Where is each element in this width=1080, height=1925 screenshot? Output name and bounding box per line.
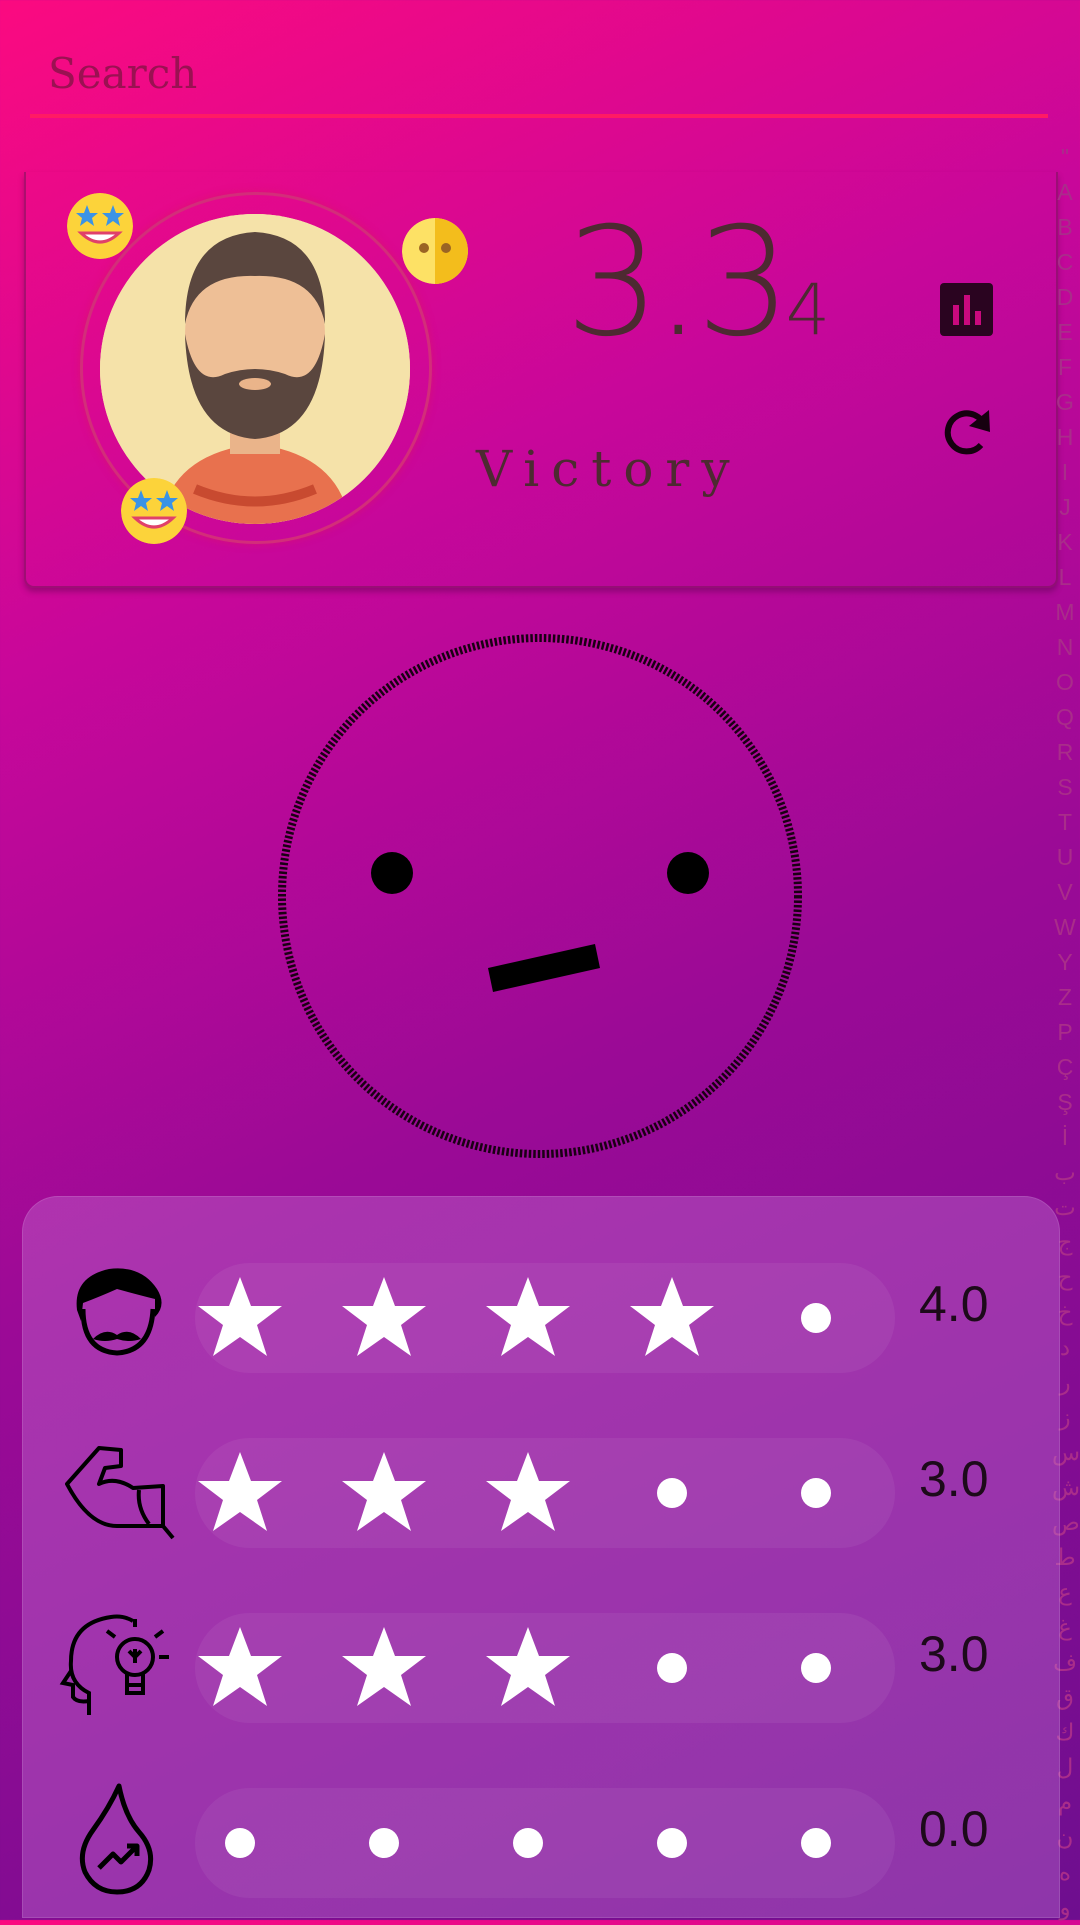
score-display: 3.34 xyxy=(565,208,830,358)
level-label: Victory xyxy=(476,440,742,498)
alphabet-letter[interactable]: J xyxy=(1052,490,1078,525)
star-filled-icon[interactable] xyxy=(473,1438,583,1548)
star-filled-icon[interactable] xyxy=(185,1438,295,1548)
alphabet-letter[interactable]: I xyxy=(1052,455,1078,490)
alphabet-letter[interactable]: K xyxy=(1052,525,1078,560)
alphabet-letter[interactable]: " xyxy=(1052,140,1078,175)
alphabet-letter[interactable]: Q xyxy=(1052,700,1078,735)
alphabet-letter[interactable]: M xyxy=(1052,595,1078,630)
alphabet-letter[interactable]: İ xyxy=(1052,1120,1078,1155)
rating-value: 3.0 xyxy=(919,1626,989,1682)
star-empty-dot-icon[interactable] xyxy=(617,1788,727,1898)
rating-value: 4.0 xyxy=(919,1276,989,1332)
star-filled-icon[interactable] xyxy=(185,1613,295,1723)
rating-row: 3.0 xyxy=(23,1587,1059,1727)
alphabet-letter[interactable]: P xyxy=(1052,1015,1078,1050)
star-filled-icon[interactable] xyxy=(329,1438,439,1548)
alphabet-letter[interactable]: G xyxy=(1052,385,1078,420)
rating-row: 4.0 xyxy=(23,1237,1059,1377)
alphabet-letter[interactable]: D xyxy=(1052,280,1078,315)
alphabet-letter[interactable]: H xyxy=(1052,420,1078,455)
avatar[interactable] xyxy=(100,214,410,524)
star-empty-dot-icon[interactable] xyxy=(185,1788,295,1898)
alphabet-letter[interactable]: C xyxy=(1052,245,1078,280)
alphabet-letter[interactable]: E xyxy=(1052,315,1078,350)
star-rating[interactable] xyxy=(195,1438,895,1548)
alphabet-letter[interactable]: Ş xyxy=(1052,1085,1078,1120)
star-filled-icon[interactable] xyxy=(473,1613,583,1723)
star-filled-icon[interactable] xyxy=(473,1263,583,1373)
flame-growth-icon xyxy=(59,1780,175,1896)
alphabet-letter[interactable]: O xyxy=(1052,665,1078,700)
alphabet-letter[interactable]: W xyxy=(1052,910,1078,945)
stats-button[interactable] xyxy=(940,283,993,336)
score-main: 3.3 xyxy=(565,196,792,370)
search-bar[interactable] xyxy=(30,34,1048,118)
rating-value: 0.0 xyxy=(919,1801,989,1857)
refresh-icon xyxy=(944,410,990,455)
star-rating[interactable] xyxy=(195,1263,895,1373)
neutral-emoji-icon xyxy=(402,218,468,284)
neutral-face-icon xyxy=(278,634,802,1158)
star-rating[interactable] xyxy=(195,1613,895,1723)
star-empty-dot-icon[interactable] xyxy=(761,1613,871,1723)
bar-chart-icon xyxy=(953,295,981,325)
head-lightbulb-icon xyxy=(59,1605,175,1721)
star-empty-dot-icon[interactable] xyxy=(329,1788,439,1898)
refresh-button[interactable] xyxy=(938,402,996,460)
alphabet-letter[interactable]: Y xyxy=(1052,945,1078,980)
alphabet-letter[interactable]: L xyxy=(1052,560,1078,595)
alphabet-letter[interactable]: V xyxy=(1052,875,1078,910)
star-filled-icon[interactable] xyxy=(617,1263,727,1373)
star-empty-dot-icon[interactable] xyxy=(473,1788,583,1898)
alphabet-letter[interactable]: B xyxy=(1052,210,1078,245)
alphabet-letter[interactable]: A xyxy=(1052,175,1078,210)
star-empty-dot-icon[interactable] xyxy=(617,1438,727,1548)
search-input[interactable] xyxy=(46,42,1010,104)
rating-value: 3.0 xyxy=(919,1451,989,1507)
star-empty-dot-icon[interactable] xyxy=(761,1788,871,1898)
star-filled-icon[interactable] xyxy=(185,1263,295,1373)
alphabet-letter[interactable]: F xyxy=(1052,350,1078,385)
star-eyes-emoji-icon xyxy=(67,193,133,259)
star-filled-icon[interactable] xyxy=(329,1613,439,1723)
alphabet-letter[interactable]: U xyxy=(1052,840,1078,875)
star-rating[interactable] xyxy=(195,1788,895,1898)
rating-row: 0.0 xyxy=(23,1762,1059,1902)
star-empty-dot-icon[interactable] xyxy=(761,1263,871,1373)
ratings-panel: 4.0 3.0 3.0 0.0 xyxy=(22,1196,1060,1918)
alphabet-letter[interactable]: Z xyxy=(1052,980,1078,1015)
alphabet-letter[interactable]: Ç xyxy=(1052,1050,1078,1085)
star-empty-dot-icon[interactable] xyxy=(761,1438,871,1548)
alphabet-letter[interactable]: R xyxy=(1052,735,1078,770)
alphabet-letter[interactable]: N xyxy=(1052,630,1078,665)
score-sub: 4 xyxy=(785,269,831,351)
star-eyes-emoji-icon xyxy=(121,478,187,544)
alphabet-letter[interactable]: T xyxy=(1052,805,1078,840)
face-mustache-icon xyxy=(59,1255,175,1371)
muscle-arm-icon xyxy=(59,1430,175,1546)
star-empty-dot-icon[interactable] xyxy=(617,1613,727,1723)
alphabet-letter[interactable]: S xyxy=(1052,770,1078,805)
star-filled-icon[interactable] xyxy=(329,1263,439,1373)
alphabet-letter[interactable]: ب xyxy=(1052,1155,1078,1190)
rating-row: 3.0 xyxy=(23,1412,1059,1552)
